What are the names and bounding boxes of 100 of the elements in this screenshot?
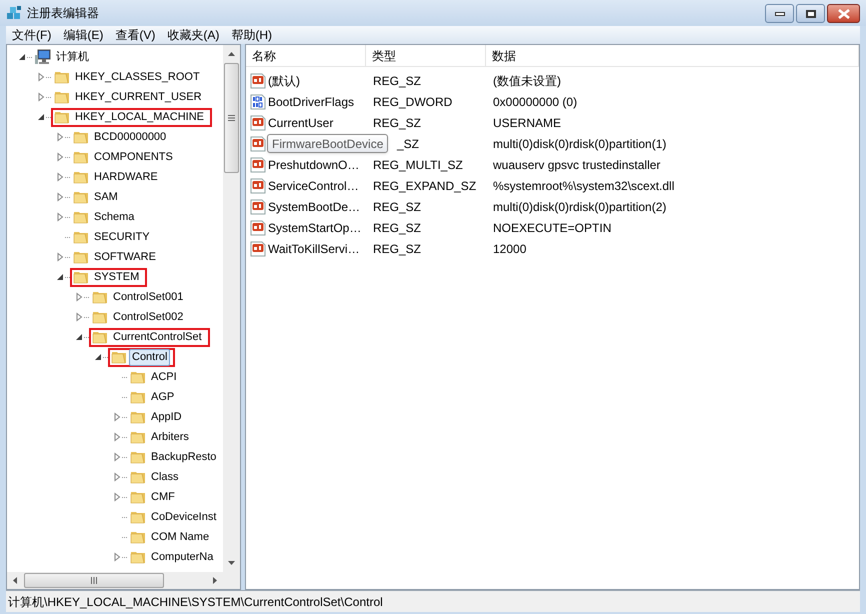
tree-item[interactable]: ACPI <box>148 368 180 386</box>
value-name[interactable]: ServiceControl… <box>268 176 359 194</box>
tree-item[interactable]: COMPONENTS <box>91 148 176 166</box>
scroll-thumb[interactable] <box>24 573 164 588</box>
folder-icon <box>73 229 89 245</box>
tree-item[interactable]: COM Name <box>148 528 212 546</box>
status-bar: 计算机\HKEY_LOCAL_MACHINE\SYSTEM\CurrentControlSet\Control <box>6 590 860 612</box>
folder-icon <box>54 109 70 125</box>
column-header[interactable]: 名称 <box>246 45 366 66</box>
expand-arrow-icon[interactable] <box>112 492 122 502</box>
tree-item[interactable]: Arbiters <box>148 428 192 446</box>
binary-value-icon <box>250 94 266 110</box>
expand-arrow-icon[interactable] <box>55 192 65 202</box>
expand-arrow-icon[interactable] <box>55 132 65 142</box>
expand-arrow-icon[interactable] <box>74 312 84 322</box>
minimize-button[interactable] <box>765 4 794 23</box>
tree-item[interactable]: Class <box>148 468 182 486</box>
menu-item[interactable]: 收藏夹(A) <box>161 26 226 44</box>
tree-item[interactable]: HKEY_CLASSES_ROOT <box>72 68 203 86</box>
tree-item[interactable]: SAM <box>91 188 121 206</box>
tree-item[interactable]: AppID <box>148 408 185 426</box>
collapse-arrow-icon[interactable] <box>17 52 27 62</box>
value-name[interactable]: SystemBootDe… <box>268 198 360 216</box>
string-value-icon <box>250 178 266 194</box>
value-name[interactable]: WaitToKillServi… <box>268 240 360 258</box>
registry-cubes-icon <box>6 5 22 21</box>
value-name[interactable]: PreshutdownO… <box>268 156 360 174</box>
value-name[interactable]: SystemStartOp… <box>268 218 362 236</box>
folder-icon <box>130 509 146 525</box>
tree-item[interactable]: SOFTWARE <box>91 248 159 266</box>
tree-item[interactable]: CoDeviceInst <box>148 508 220 526</box>
collapse-arrow-icon[interactable] <box>74 332 84 342</box>
expand-arrow-icon[interactable] <box>112 452 122 462</box>
minimize-icon <box>774 12 784 16</box>
value-name[interactable]: (默认) <box>268 72 300 90</box>
value-data: multi(0)disk(0)rdisk(0)partition(1) <box>493 136 666 150</box>
menu-item[interactable]: 文件(F) <box>6 26 58 44</box>
folder-icon <box>73 269 89 285</box>
expand-arrow-icon[interactable] <box>112 552 122 562</box>
expand-arrow-icon[interactable] <box>55 172 65 182</box>
folder-icon <box>92 289 108 305</box>
horizontal-scrollbar[interactable] <box>7 572 240 589</box>
expand-arrow-icon[interactable] <box>112 472 122 482</box>
tree-item[interactable]: SYSTEM <box>91 268 142 286</box>
expand-arrow-icon[interactable] <box>55 252 65 262</box>
tree-item[interactable]: HKEY_LOCAL_MACHINE <box>72 108 207 126</box>
close-button[interactable] <box>827 4 860 23</box>
tooltip: FirmwareBootDevice <box>267 134 388 153</box>
expand-arrow-icon[interactable] <box>36 92 46 102</box>
folder-icon <box>73 169 89 185</box>
menu-item[interactable]: 查看(V) <box>109 26 162 44</box>
tree-item[interactable]: BackupResto <box>148 448 220 466</box>
computer-icon <box>35 49 51 65</box>
folder-icon <box>73 209 89 225</box>
column-header[interactable]: 数据 <box>486 45 859 66</box>
expand-arrow-icon[interactable] <box>112 412 122 422</box>
expand-arrow-icon[interactable] <box>112 432 122 442</box>
tree-item[interactable]: CurrentControlSet <box>110 328 205 346</box>
tree-item[interactable]: ComputerNa <box>148 548 216 566</box>
tree-item[interactable]: ControlSet001 <box>110 288 186 306</box>
folder-icon <box>92 329 108 345</box>
tree-item[interactable]: SECURITY <box>91 228 153 246</box>
column-header[interactable]: 类型 <box>366 45 486 66</box>
tree-item[interactable]: BCD00000000 <box>91 128 170 146</box>
value-data: %systemroot%\system32\scext.dll <box>493 178 674 192</box>
tree-item[interactable]: Schema <box>91 208 138 226</box>
folder-icon <box>54 69 70 85</box>
value-type: REG_MULTI_SZ <box>373 158 463 172</box>
tree-item[interactable]: HARDWARE <box>91 168 161 186</box>
grip-icon <box>228 115 235 121</box>
expand-arrow-icon[interactable] <box>55 212 65 222</box>
value-name[interactable]: CurrentUser <box>268 114 334 132</box>
value-name[interactable]: BootDriverFlags <box>268 92 354 110</box>
folder-icon <box>130 389 146 405</box>
tree-item[interactable]: 计算机 <box>53 48 92 66</box>
menu-item[interactable]: 编辑(E) <box>57 26 110 44</box>
folder-icon <box>130 529 146 545</box>
expand-arrow-icon[interactable] <box>55 152 65 162</box>
scroll-thumb[interactable] <box>224 63 239 173</box>
tree-item[interactable]: CMF <box>148 488 178 506</box>
value-data: USERNAME <box>493 116 562 130</box>
folder-icon <box>73 249 89 265</box>
tree-item[interactable]: ControlSet002 <box>110 308 186 326</box>
collapse-arrow-icon[interactable] <box>36 112 46 122</box>
vertical-scrollbar[interactable] <box>223 45 240 572</box>
collapse-arrow-icon[interactable] <box>93 352 103 362</box>
value-data: (数值未设置) <box>493 74 561 88</box>
tree-item[interactable]: AGP <box>148 388 178 406</box>
collapse-arrow-icon[interactable] <box>55 272 65 282</box>
value-type: REG_EXPAND_SZ <box>373 178 476 192</box>
folder-icon <box>73 129 89 145</box>
tree-item[interactable]: HKEY_CURRENT_USER <box>72 88 205 106</box>
maximize-button[interactable] <box>796 4 825 23</box>
folder-icon <box>130 429 146 445</box>
menu-item[interactable]: 帮助(H) <box>225 26 278 44</box>
expand-arrow-icon[interactable] <box>74 292 84 302</box>
value-data: NOEXECUTE=OPTIN <box>493 220 612 234</box>
string-value-icon <box>250 198 266 214</box>
expand-arrow-icon[interactable] <box>36 72 46 82</box>
tree-item[interactable]: Control <box>129 348 170 366</box>
